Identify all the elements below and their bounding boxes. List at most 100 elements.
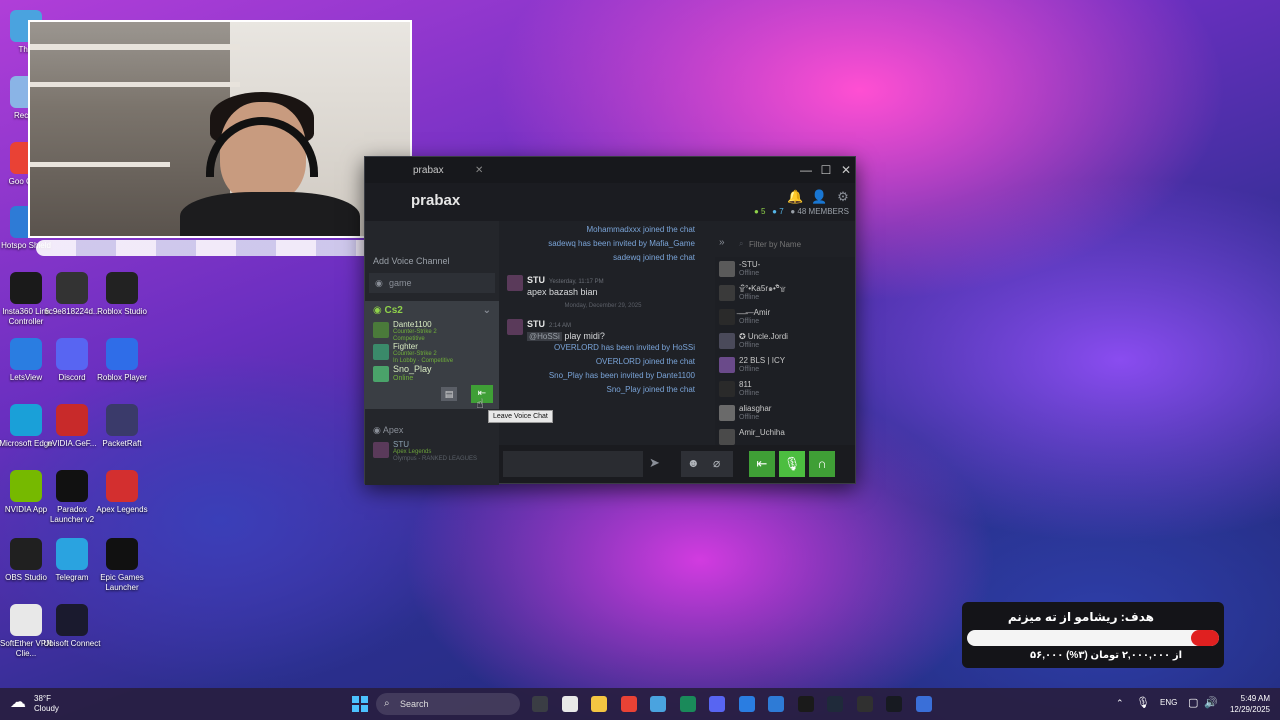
friend-row[interactable]: -STU- Offline	[715, 257, 855, 281]
network-icon[interactable]: ▢	[1188, 696, 1198, 709]
taskbar-app-icon[interactable]	[886, 696, 902, 712]
taskbar-app-icon[interactable]	[650, 696, 666, 712]
taskbar-app-icon[interactable]	[856, 696, 873, 712]
taskbar-app-icon[interactable]	[915, 696, 932, 712]
attach-icon[interactable]: ⌀	[713, 456, 720, 470]
emoticon-icon[interactable]: ☻	[687, 456, 700, 470]
friend-row[interactable]: 22 BLS | ICY Offline	[715, 353, 855, 377]
friend-name: ̶ ̶ ̶ ̶—Amir	[739, 308, 771, 317]
friend-status: Offline	[739, 390, 760, 397]
channel-game[interactable]: ◉ game	[369, 273, 495, 293]
friend-row[interactable]: 811 Offline	[715, 377, 855, 401]
friend-row[interactable]: ۩ิ°•Ka5r๑•°ิ۩ Offline	[715, 281, 855, 305]
desktop-icon[interactable]: Roblox Player	[92, 338, 152, 383]
taskbar-app-icon[interactable]	[679, 696, 696, 712]
invite-friend-icon[interactable]: 👤	[811, 189, 827, 205]
channel-apex[interactable]: ◉ Apex STU Apex Legends Olympus - RANKED…	[365, 421, 499, 462]
taskbar-app-icon[interactable]	[709, 696, 725, 712]
system-message: Sno_Play joined the chat	[606, 385, 695, 394]
friend-row[interactable]: ̶ ̶ ̶ ̶—Amir Offline	[715, 305, 855, 329]
system-message: Sno_Play has been invited by Dante1100	[548, 371, 695, 380]
microphone-icon[interactable]: 🎙	[1136, 696, 1150, 709]
chat-tab-label[interactable]: prabax	[413, 165, 444, 176]
volume-icon[interactable]: 🔊	[1204, 696, 1218, 709]
avatar	[719, 357, 735, 373]
taskbar-app-icon[interactable]	[620, 696, 637, 712]
app-icon	[106, 470, 138, 502]
channel-chat-icon[interactable]: ▤	[441, 387, 457, 401]
friends-filter-input[interactable]	[749, 237, 849, 251]
mention-tag[interactable]: @HoSSi	[527, 332, 562, 341]
mouse-cursor-icon: ☝	[476, 396, 484, 411]
weather-desc: Cloudy	[34, 704, 59, 713]
friend-row[interactable]: ✪ Uncle.Jordi Offline	[715, 329, 855, 353]
webcam-person-body	[180, 192, 360, 236]
taskbar-app-icon[interactable]	[591, 696, 607, 712]
close-button[interactable]: ✕	[837, 161, 855, 179]
add-voice-channel[interactable]: Add Voice Channel	[365, 251, 458, 271]
taskbar-app-icon[interactable]	[561, 696, 578, 712]
steam-chat-window: prabax ✕ — ☐ ✕ prabax 🔔 👤 ⚙ ● 5 ● 7 ● 48…	[364, 156, 856, 485]
desktop-icon[interactable]: PacketRaft	[92, 404, 152, 449]
microphone-icon[interactable]: 🎙	[779, 451, 805, 477]
message-author[interactable]: STU	[527, 275, 545, 285]
send-icon[interactable]: ➤	[649, 455, 660, 471]
chevron-down-icon[interactable]: ⌄	[483, 305, 491, 316]
taskbar-app-icon[interactable]	[768, 696, 784, 712]
channel-cs2[interactable]: ◉ Cs2 ⌄ Dante1100 Counter-Strike 2 Compe…	[365, 301, 499, 409]
settings-gear-icon[interactable]: ⚙	[835, 189, 851, 205]
webcam-shelf	[30, 82, 240, 87]
friend-row[interactable]: aliasghar Offline	[715, 401, 855, 425]
voice-member[interactable]: Sno_Play Online	[365, 364, 499, 386]
app-icon	[56, 272, 88, 304]
app-icon	[56, 404, 88, 436]
collapse-panel-icon[interactable]: »	[719, 237, 725, 248]
emoji-attach-group: ☻ ⌀	[681, 451, 733, 477]
windows-start-icon[interactable]	[352, 696, 368, 712]
taskbar-app-icon[interactable]	[797, 696, 814, 712]
desktop-icon-label: PacketRaft	[102, 439, 142, 448]
language-indicator[interactable]: ENG	[1160, 698, 1177, 707]
maximize-button[interactable]: ☐	[817, 161, 835, 179]
headphones-icon[interactable]: ∩	[809, 451, 835, 477]
message-author[interactable]: STU	[527, 319, 545, 329]
app-icon	[56, 604, 88, 636]
weather-widget[interactable]: 38°F Cloudy	[34, 694, 59, 714]
bell-icon[interactable]: 🔔	[787, 189, 803, 205]
taskbar-app-icon[interactable]	[827, 696, 843, 712]
taskbar-app-icon[interactable]	[532, 696, 548, 712]
app-icon	[56, 470, 88, 502]
show-hidden-icons-icon[interactable]: ⌃	[1116, 698, 1124, 709]
avatar	[719, 309, 735, 325]
message-input[interactable]	[503, 451, 643, 477]
desktop-icon-label: Ubisoft Connect	[43, 639, 101, 648]
online-count: 7	[779, 207, 784, 216]
voice-member[interactable]: Dante1100 Counter-Strike 2 Competitive	[365, 320, 499, 342]
search-icon: ⌕	[384, 698, 390, 709]
taskbar-search[interactable]: ⌕ Search	[376, 693, 520, 715]
member-name: Dante1100	[393, 320, 432, 329]
minimize-button[interactable]: —	[797, 161, 815, 179]
channel-apex-label: Apex	[382, 425, 404, 435]
members-count: 48 MEMBERS	[797, 207, 849, 216]
message-text: play midi?	[564, 331, 605, 341]
member-name: STU	[393, 440, 409, 449]
voice-member[interactable]: Fighter Counter-Strike 2 In Lobby · Comp…	[365, 342, 499, 364]
desktop-icon[interactable]: Epic Games Launcher	[92, 538, 152, 593]
taskbar-app-icon[interactable]	[738, 696, 755, 712]
app-icon	[56, 338, 88, 370]
group-header: prabax 🔔 👤 ⚙ ● 5 ● 7 ● 48 MEMBERS	[365, 183, 855, 221]
desktop-icon[interactable]: Roblox Studio	[92, 272, 152, 317]
tab-close-icon[interactable]: ✕	[475, 165, 483, 176]
leave-voice-icon[interactable]: ⇤	[749, 451, 775, 477]
member-game: Counter-Strike 2	[393, 329, 437, 335]
desktop-icon[interactable]: Apex Legends	[92, 470, 152, 515]
system-message: sadewq joined the chat	[613, 253, 695, 262]
clock[interactable]: 5:49 AM 12/29/2025	[1222, 693, 1270, 715]
weather-cloud-icon[interactable]: ☁	[10, 692, 34, 716]
app-icon	[10, 404, 42, 436]
app-icon	[56, 538, 88, 570]
voice-member[interactable]: STU Apex Legends Olympus - RANKED LEAGUE…	[365, 440, 499, 462]
avatar	[719, 261, 735, 277]
desktop-icon[interactable]: Ubisoft Connect	[42, 604, 102, 649]
